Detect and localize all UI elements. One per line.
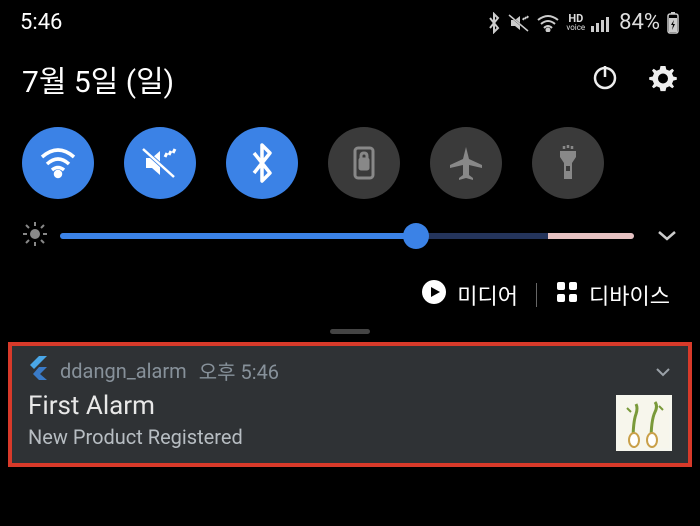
bluetooth-toggle[interactable] [226,127,298,199]
mute-vibrate-icon [508,13,530,33]
brightness-slider[interactable] [60,233,634,239]
power-icon[interactable] [590,62,620,96]
notification-time: 오후 5:46 [199,356,279,385]
battery-percent: 84% [619,10,660,35]
grid-icon [555,280,579,310]
flutter-icon [28,356,48,385]
notification-body: New Product Registered [28,425,672,449]
status-time: 5:46 [20,10,62,35]
bluetooth-icon [486,12,502,34]
sound-toggle[interactable] [124,127,196,199]
battery-charging-icon [666,11,680,35]
wifi-icon [536,14,560,32]
panel-handle[interactable] [330,329,370,334]
status-icons: HDvoice 84% [486,10,680,35]
rotation-lock-toggle[interactable] [328,127,400,199]
quick-shortcuts: 미디어 디바이스 [0,259,700,321]
chevron-down-icon[interactable] [654,359,672,383]
notification-header: ddangn_alarm 오후 5:46 [28,356,672,385]
brightness-icon [22,221,48,251]
quick-toggles [0,109,700,209]
notification-card[interactable]: ddangn_alarm 오후 5:46 First Alarm New Pro… [8,342,692,467]
flashlight-toggle[interactable] [532,127,604,199]
airplane-toggle[interactable] [430,127,502,199]
brightness-expand-icon[interactable] [646,227,678,246]
notification-title: First Alarm [28,391,672,421]
play-circle-icon [421,279,447,311]
date-row: 7월 5일 (일) [0,39,700,109]
hd-voice-icon: HDvoice [566,13,585,32]
device-button[interactable]: 디바이스 [555,279,670,311]
brightness-row [0,209,700,259]
divider [536,283,537,307]
gear-icon[interactable] [648,62,678,96]
date-text: 7월 5일 (일) [22,57,174,101]
notification-thumbnail [616,395,672,451]
media-label: 미디어 [457,279,518,311]
wifi-toggle[interactable] [22,127,94,199]
notification-app-name: ddangn_alarm [60,359,187,383]
signal-icon [591,14,613,32]
device-label: 디바이스 [589,279,670,311]
media-button[interactable]: 미디어 [421,279,518,311]
status-bar: 5:46 HDvoice [0,0,700,39]
